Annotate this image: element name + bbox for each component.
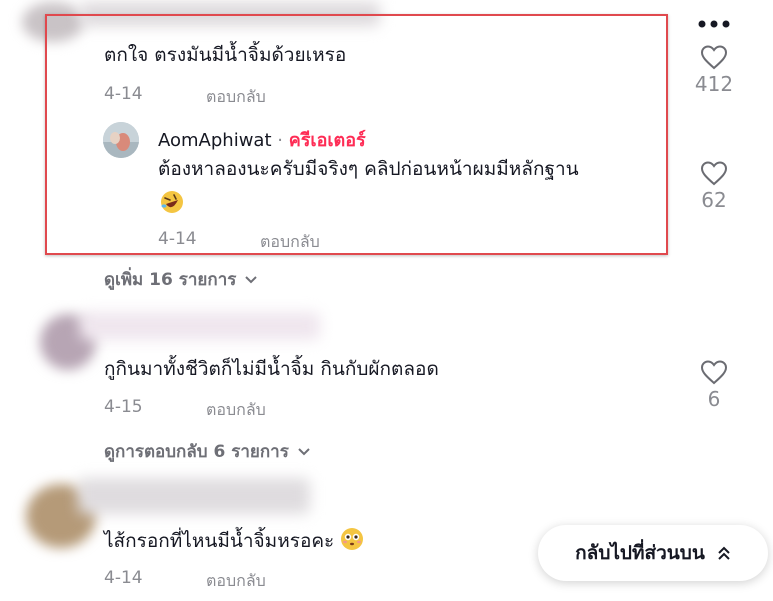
reply-button[interactable]: ตอบกลับ xyxy=(206,85,266,110)
view-replies-label[interactable]: ดูการตอบกลับ 6 รายการ xyxy=(104,438,289,465)
username-blurred[interactable] xyxy=(78,478,310,514)
reply-date: 4-14 xyxy=(158,229,197,249)
reply-header: AomAphiwat · ครีเอเตอร์ xyxy=(158,125,366,154)
comment-text: ตกใจ ตรงมันมีน้ำจิ้มด้วยเหรอ xyxy=(104,44,347,66)
avatar-blurred[interactable] xyxy=(22,2,84,42)
comment-text-content: ไส้กรอกที่ไหนมีน้ำจิ้มหรอคะ xyxy=(104,530,335,552)
creator-badge: ครีเอเตอร์ xyxy=(288,130,366,151)
comment-text: ไส้กรอกที่ไหนมีน้ำจิ้มหรอคะ xyxy=(104,527,364,554)
rofl-emoji xyxy=(160,190,184,218)
view-replies[interactable]: ดูการตอบกลับ 6 รายการ xyxy=(104,438,311,465)
view-more-label[interactable]: ดูเพิ่ม 16 รายการ xyxy=(104,266,236,293)
chevron-down-icon[interactable] xyxy=(297,447,311,457)
reply-button[interactable]: ตอบกลับ xyxy=(206,398,266,423)
like-count: 6 xyxy=(707,387,721,411)
avatar[interactable] xyxy=(103,122,139,158)
comment-date: 4-15 xyxy=(104,397,143,417)
heart-icon[interactable] xyxy=(700,160,728,186)
reply-username[interactable]: AomAphiwat xyxy=(158,130,272,151)
like-button[interactable]: 6 xyxy=(684,359,744,411)
like-button[interactable]: 412 xyxy=(684,44,744,96)
comment-text: กูกินมาทั้งชีวิตก็ไม่มีน้ำจิ้ม กินกับผัก… xyxy=(104,358,439,380)
like-count: 62 xyxy=(701,188,727,212)
like-button[interactable]: 62 xyxy=(684,160,744,212)
heart-icon[interactable] xyxy=(700,44,728,70)
double-chevron-up-icon xyxy=(718,546,730,560)
reply-button[interactable]: ตอบกลับ xyxy=(260,230,320,255)
flushed-emoji xyxy=(341,528,364,550)
heart-icon[interactable] xyxy=(700,359,728,385)
like-count: 412 xyxy=(694,72,734,96)
username-blurred[interactable] xyxy=(80,2,380,26)
comment-date: 4-14 xyxy=(104,84,143,104)
back-to-top-button[interactable]: กลับไปที่ส่วนบน xyxy=(538,525,768,581)
reply-text: ต้องหาลองนะครับมีจริงๆ คลิปก่อนหน้าผมมีห… xyxy=(158,158,579,180)
separator-dot: · xyxy=(277,130,283,151)
more-dots-icon[interactable] xyxy=(696,14,736,34)
back-to-top-label: กลับไปที่ส่วนบน xyxy=(575,542,705,564)
view-more-replies[interactable]: ดูเพิ่ม 16 รายการ xyxy=(104,266,258,293)
comment-date: 4-14 xyxy=(104,568,143,588)
chevron-down-icon[interactable] xyxy=(244,275,258,285)
username-blurred[interactable] xyxy=(80,312,320,340)
reply-button[interactable]: ตอบกลับ xyxy=(206,569,266,594)
